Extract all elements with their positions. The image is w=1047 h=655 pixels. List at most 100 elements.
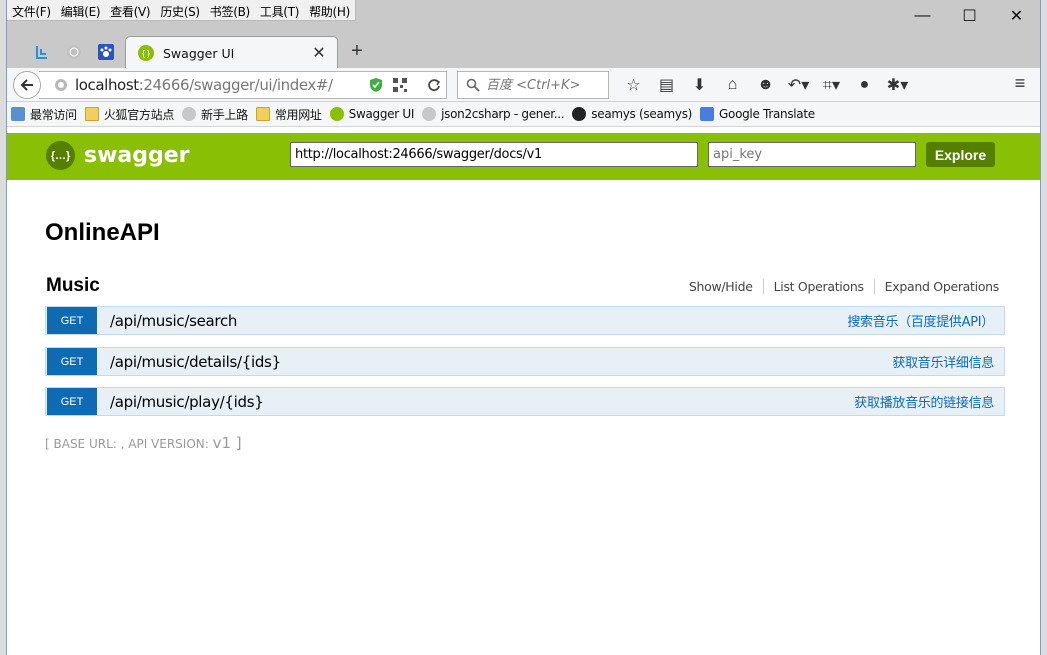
operation-row[interactable]: GET /api/music/search 搜索音乐（百度提供API） <box>45 306 1005 335</box>
bookmark-label: Swagger UI <box>348 107 415 121</box>
bookmark-firefox-site[interactable]: 火狐官方站点 <box>84 106 175 123</box>
chat-icon[interactable]: ● <box>848 73 881 97</box>
browser-window: 文件(F) 编辑(E) 查看(V) 历史(S) 书签(B) 工具(T) 帮助(H… <box>6 0 1041 655</box>
api-key-input[interactable] <box>708 142 916 167</box>
back-button[interactable] <box>13 71 41 99</box>
site-info-icon[interactable] <box>53 77 69 93</box>
operation-row[interactable]: GET /api/music/details/{ids} 获取音乐详细信息 <box>45 347 1005 376</box>
shield-icon[interactable] <box>369 77 383 93</box>
new-tab-button[interactable]: + <box>345 38 369 64</box>
menu-help[interactable]: 帮助(H) <box>304 0 355 20</box>
base-url-prefix: [ BASE URL: , API VERSION: <box>45 437 213 451</box>
search-bar[interactable] <box>457 71 609 99</box>
paw-icon <box>98 44 114 60</box>
bookmark-google-translate[interactable]: Google Translate <box>700 107 815 121</box>
bookmark-json2csharp[interactable]: json2csharp - gener... <box>422 107 565 121</box>
title-bar: 文件(F) 编辑(E) 查看(V) 历史(S) 书签(B) 工具(T) 帮助(H… <box>7 0 1040 32</box>
pinned-tab-1[interactable] <box>27 38 57 66</box>
navigation-bar: localhost:24666/swagger/ui/index#/ ☆ ▤ ⬇… <box>7 68 1040 102</box>
swagger-logo-icon: {…} <box>46 141 75 170</box>
bookmark-label: 火狐官方站点 <box>103 107 175 122</box>
home-icon[interactable]: ⌂ <box>716 73 749 97</box>
search-icon <box>466 78 480 92</box>
operation-path[interactable]: /api/music/details/{ids} <box>110 353 892 371</box>
bookmarks-bar: 最常访问 火狐官方站点 新手上路 常用网址 Swagger UI json2cs… <box>7 102 1040 127</box>
menu-tools[interactable]: 工具(T) <box>255 0 304 20</box>
swagger-url-input[interactable] <box>290 142 698 167</box>
operation-description[interactable]: 搜索音乐（百度提供API） <box>847 311 994 330</box>
http-method-badge[interactable]: GET <box>47 348 97 375</box>
bookmark-icon <box>11 107 25 121</box>
maximize-button[interactable]: ☐ <box>946 0 993 32</box>
url-host: localhost <box>75 76 139 94</box>
tab-strip: {} Swagger UI ✕ + <box>7 32 1040 69</box>
bookmark-star-icon[interactable]: ☆ <box>617 73 650 97</box>
api-version: v1 <box>212 434 232 452</box>
minimize-button[interactable]: — <box>899 0 946 32</box>
bookmark-github[interactable]: seamys (seamys) <box>572 107 692 121</box>
toolbar-icons: ☆ ▤ ⬇ ⌂ ☻ ↶▾ ⌗▾ ● ✱▾ <box>617 73 914 97</box>
back-arrow-icon <box>20 79 33 91</box>
page-content: {…} swagger Explore OnlineAPI Music Show… <box>7 127 1040 655</box>
swagger-header: {…} swagger Explore <box>7 133 1040 180</box>
operation-row[interactable]: GET /api/music/play/{ids} 获取播放音乐的链接信息 <box>45 387 1005 416</box>
extension-icon[interactable]: ✱▾ <box>881 73 914 97</box>
menu-file[interactable]: 文件(F) <box>7 0 56 20</box>
show-hide-link[interactable]: Show/Hide <box>679 279 764 294</box>
tab-swagger-ui[interactable]: {} Swagger UI ✕ <box>125 36 338 69</box>
pinned-tab-3[interactable] <box>91 38 121 66</box>
bookmark-getting-started[interactable]: 新手上路 <box>182 106 248 123</box>
bookmark-label: 常用网址 <box>274 107 322 122</box>
translate-icon <box>700 107 715 121</box>
hamburger-menu-icon[interactable]: ≡ <box>1008 73 1032 97</box>
list-operations-link[interactable]: List Operations <box>764 279 875 294</box>
qrcode-icon[interactable] <box>393 78 407 92</box>
globe-icon <box>422 107 437 121</box>
swagger-favicon-icon <box>329 107 344 121</box>
operation-description[interactable]: 获取音乐详细信息 <box>892 352 994 371</box>
bookmark-swagger-ui[interactable]: Swagger UI <box>329 107 415 121</box>
menu-edit[interactable]: 编辑(E) <box>56 0 105 20</box>
resource-links: Show/Hide List Operations Expand Operati… <box>679 279 999 294</box>
bookmark-most-visited[interactable]: 最常访问 <box>11 106 77 123</box>
pinned-tab-2[interactable] <box>59 38 89 66</box>
bookmark-label: json2csharp - gener... <box>441 107 565 121</box>
operation-path[interactable]: /api/music/search <box>110 312 847 330</box>
svg-text:{}: {} <box>141 49 151 58</box>
crop-icon[interactable]: ⌗▾ <box>815 73 848 97</box>
search-input[interactable] <box>486 77 606 93</box>
github-icon <box>572 107 587 121</box>
operation-description[interactable]: 获取播放音乐的链接信息 <box>854 392 994 411</box>
bookmark-label: seamys (seamys) <box>591 107 693 121</box>
reload-icon[interactable] <box>427 78 441 92</box>
menu-view[interactable]: 查看(V) <box>105 0 155 20</box>
tab-close-button[interactable]: ✕ <box>309 43 329 63</box>
base-url-suffix: ] <box>231 434 242 452</box>
globe-icon <box>182 107 197 121</box>
swagger-logo-text: swagger <box>84 143 190 168</box>
explore-button[interactable]: Explore <box>926 142 995 167</box>
emoji-icon[interactable]: ☻ <box>749 73 782 97</box>
undo-icon[interactable]: ↶▾ <box>782 73 815 97</box>
download-icon[interactable]: ⬇ <box>683 73 716 97</box>
menu-bar: 文件(F) 编辑(E) 查看(V) 历史(S) 书签(B) 工具(T) 帮助(H… <box>7 0 356 21</box>
operation-path[interactable]: /api/music/play/{ids} <box>110 393 854 411</box>
http-method-badge[interactable]: GET <box>47 307 97 334</box>
http-method-badge[interactable]: GET <box>47 388 97 415</box>
base-url-info: [ BASE URL: , API VERSION: v1 ] <box>45 434 242 452</box>
swagger-logo[interactable]: {…} swagger <box>46 141 190 170</box>
menu-bookmarks[interactable]: 书签(B) <box>205 0 255 20</box>
api-title: OnlineAPI <box>45 219 160 246</box>
bookmark-common-sites[interactable]: 常用网址 <box>255 106 322 123</box>
url-path: :24666/swagger/ui/index#/ <box>138 76 333 94</box>
close-window-button[interactable]: ✕ <box>993 0 1040 32</box>
resource-title[interactable]: Music <box>46 275 100 297</box>
menu-history[interactable]: 历史(S) <box>155 0 204 20</box>
url-bar[interactable]: localhost:24666/swagger/ui/index#/ <box>39 71 447 99</box>
folder-icon <box>255 107 270 121</box>
expand-operations-link[interactable]: Expand Operations <box>875 279 1000 294</box>
reading-list-icon[interactable]: ▤ <box>650 73 683 97</box>
folder-icon <box>84 107 99 121</box>
bookmark-label: 最常访问 <box>30 107 77 122</box>
window-controls: — ☐ ✕ <box>899 0 1040 32</box>
